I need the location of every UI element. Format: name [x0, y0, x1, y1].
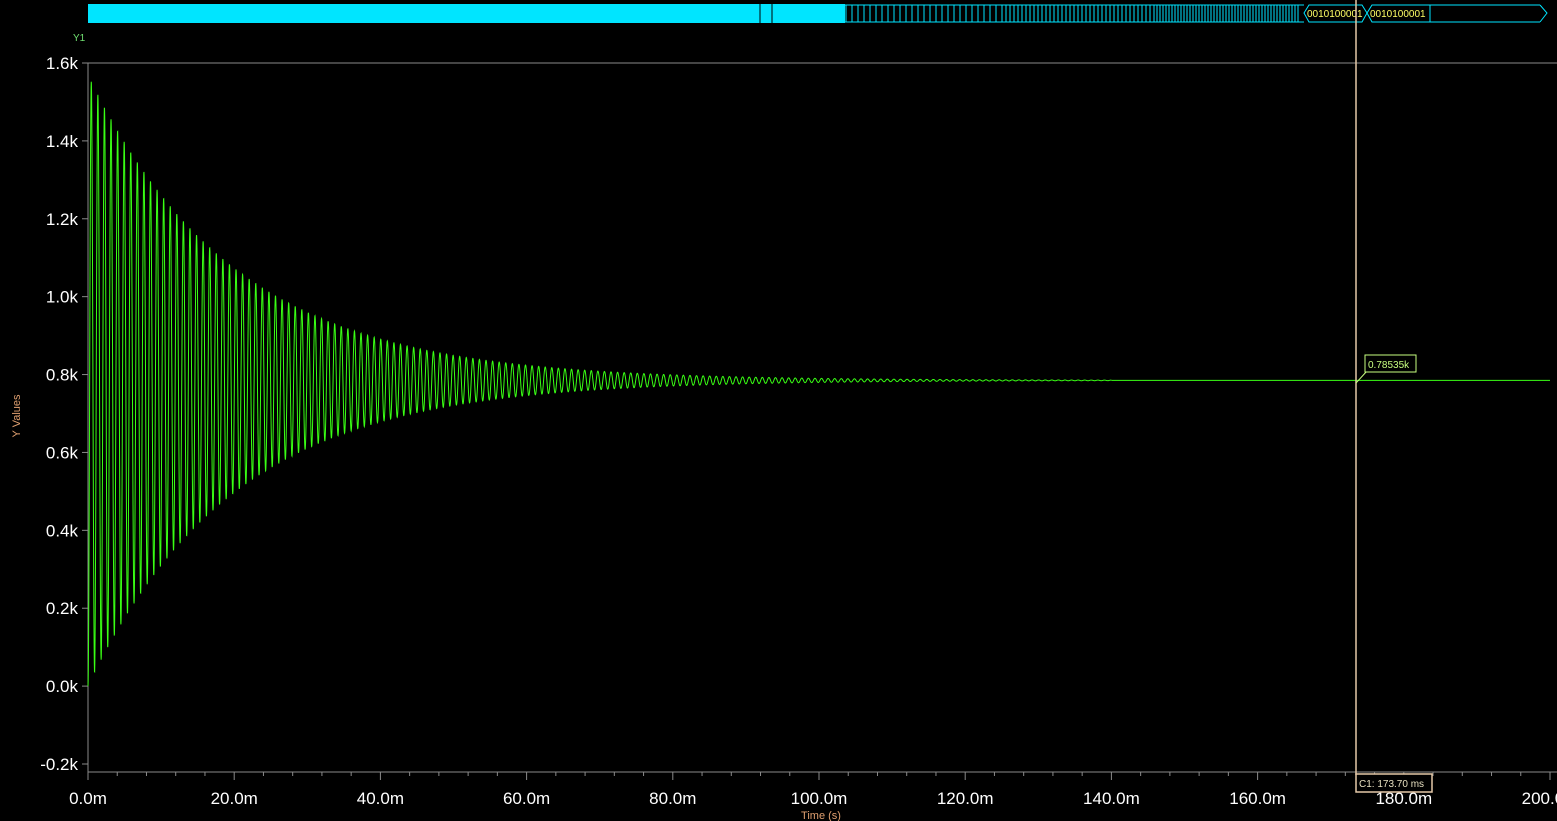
y-tick-label: 1.0k — [46, 288, 79, 307]
y-tick-label: 1.6k — [46, 54, 79, 73]
readout-leader — [1355, 370, 1368, 384]
x-tick-label: 20.0m — [211, 789, 258, 808]
y-axis-title: Y Values — [11, 394, 23, 438]
x-tick-label: 100.0m — [791, 789, 848, 808]
x-tick-label: 200.0m — [1522, 789, 1557, 808]
bus-dense-transitions — [845, 4, 1304, 23]
y-tick-label: 0.8k — [46, 366, 79, 385]
y-tick-label: 1.2k — [46, 210, 79, 229]
y-tick-label: 0.6k — [46, 443, 79, 462]
y-tick-label: 1.4k — [46, 132, 79, 151]
x-tick-label: 0.0m — [69, 789, 107, 808]
y-tick-label: 0.0k — [46, 677, 79, 696]
x-tick-label: 160.0m — [1229, 789, 1286, 808]
bus-value-end — [1539, 4, 1548, 23]
x-axis-title: Time (s) — [801, 810, 841, 821]
bus-value-label: 0010100001 — [1370, 9, 1426, 20]
cursor-c1-label: C1: 173.70 ms — [1359, 779, 1424, 790]
x-tick-label: 80.0m — [649, 789, 696, 808]
cursor-readout: 0.78535k — [1368, 360, 1410, 371]
x-axis-ticks: 0.0m 20.0m 40.0m 60.0m 80.0m 100.0m 120.0m 140.… — [69, 772, 1557, 808]
trace-label: Y1 — [73, 33, 86, 44]
x-tick-label: 40.0m — [357, 789, 404, 808]
oscilloscope-view: 0010100001 0010100001 Y1 1.6k 1.4k 1.2k 1.0… — [11, 0, 1557, 821]
x-tick-label: 140.0m — [1083, 789, 1140, 808]
bus-solid-segment — [88, 4, 845, 23]
x-tick-label: 60.0m — [503, 789, 550, 808]
digital-bus-lane: 0010100001 0010100001 — [88, 4, 1548, 23]
x-tick-label: 120.0m — [937, 789, 994, 808]
trace-y1 — [87, 81, 1112, 687]
y-tick-label: -0.2k — [40, 755, 78, 774]
y-axis-ticks: 1.6k 1.4k 1.2k 1.0k 0.8k 0.6k 0.4k 0.2k 0.0k -0.2… — [40, 54, 88, 774]
y-tick-label: 0.4k — [46, 521, 79, 540]
bus-value-label: 0010100001 — [1307, 9, 1363, 20]
y-tick-label: 0.2k — [46, 599, 79, 618]
